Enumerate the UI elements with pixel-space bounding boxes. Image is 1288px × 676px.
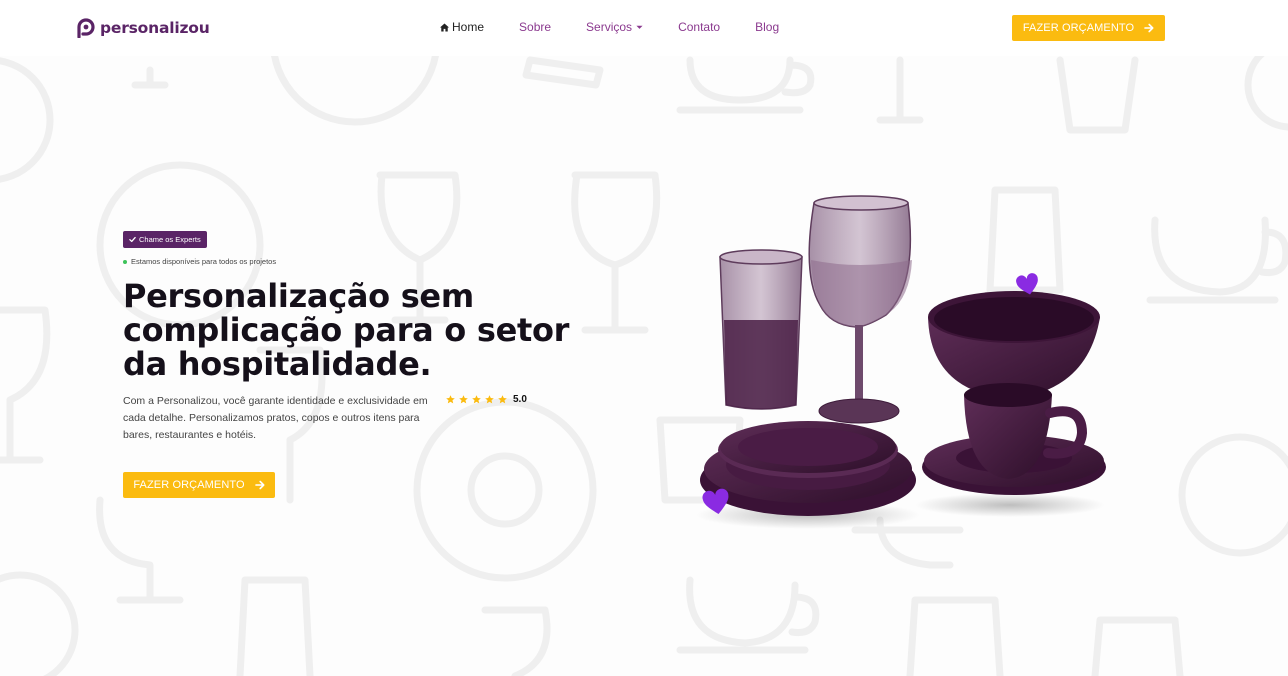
star-icon <box>459 395 468 404</box>
tableware-product-image <box>696 195 1106 529</box>
star-icon <box>498 395 507 404</box>
availability-status: Estamos disponíveis para todos os projet… <box>123 257 276 266</box>
hero-description: Com a Personalizou, você garante identid… <box>123 395 428 441</box>
home-icon <box>440 22 449 32</box>
availability-text: Estamos disponíveis para todos os projet… <box>131 257 277 266</box>
hero-headline: Personalização sem complicação para o se… <box>123 277 570 383</box>
button-label: FAZER ORÇAMENTO <box>1022 22 1135 34</box>
arrow-right-icon <box>1144 23 1154 33</box>
rating-value: 5.0 <box>513 394 527 405</box>
nav-item-label: Blog <box>755 20 780 34</box>
heart-icon <box>702 488 729 514</box>
logo-icon <box>77 18 95 38</box>
nav-item-blog[interactable]: Blog <box>755 20 779 34</box>
nav-item-home[interactable]: Home <box>440 20 484 34</box>
nav-item-servicos[interactable]: Serviços <box>586 20 643 34</box>
main-nav: Home Sobre Serviços Contato Blog <box>440 20 814 34</box>
site-header: personalizou Home Sobre Serviços Contato… <box>0 0 1288 56</box>
nav-item-label: Sobre <box>519 20 552 34</box>
heart-icon <box>1016 273 1038 295</box>
star-icon <box>485 395 494 404</box>
logo-text: personalizou <box>100 19 210 37</box>
star-icon <box>446 395 455 404</box>
button-label: FAZER ORÇAMENTO <box>133 479 245 491</box>
logo[interactable]: personalizou <box>76 18 210 38</box>
arrow-right-icon <box>254 480 265 490</box>
header-quote-button[interactable]: FAZER ORÇAMENTO <box>1012 15 1165 41</box>
check-icon <box>129 236 136 243</box>
nav-item-label: Serviços <box>586 20 633 34</box>
nav-item-contato[interactable]: Contato <box>678 20 720 34</box>
nav-item-label: Contato <box>678 20 721 34</box>
status-dot <box>123 259 127 264</box>
badge-label: Chame os Experts <box>139 235 201 244</box>
nav-item-sobre[interactable]: Sobre <box>519 20 551 34</box>
hero-quote-button[interactable]: FAZER ORÇAMENTO <box>123 472 275 498</box>
nav-item-label: Home <box>452 20 485 34</box>
rating: 5.0 <box>446 394 527 405</box>
star-icon <box>472 395 481 404</box>
experts-badge: Chame os Experts <box>123 231 207 248</box>
chevron-down-icon <box>636 25 643 29</box>
